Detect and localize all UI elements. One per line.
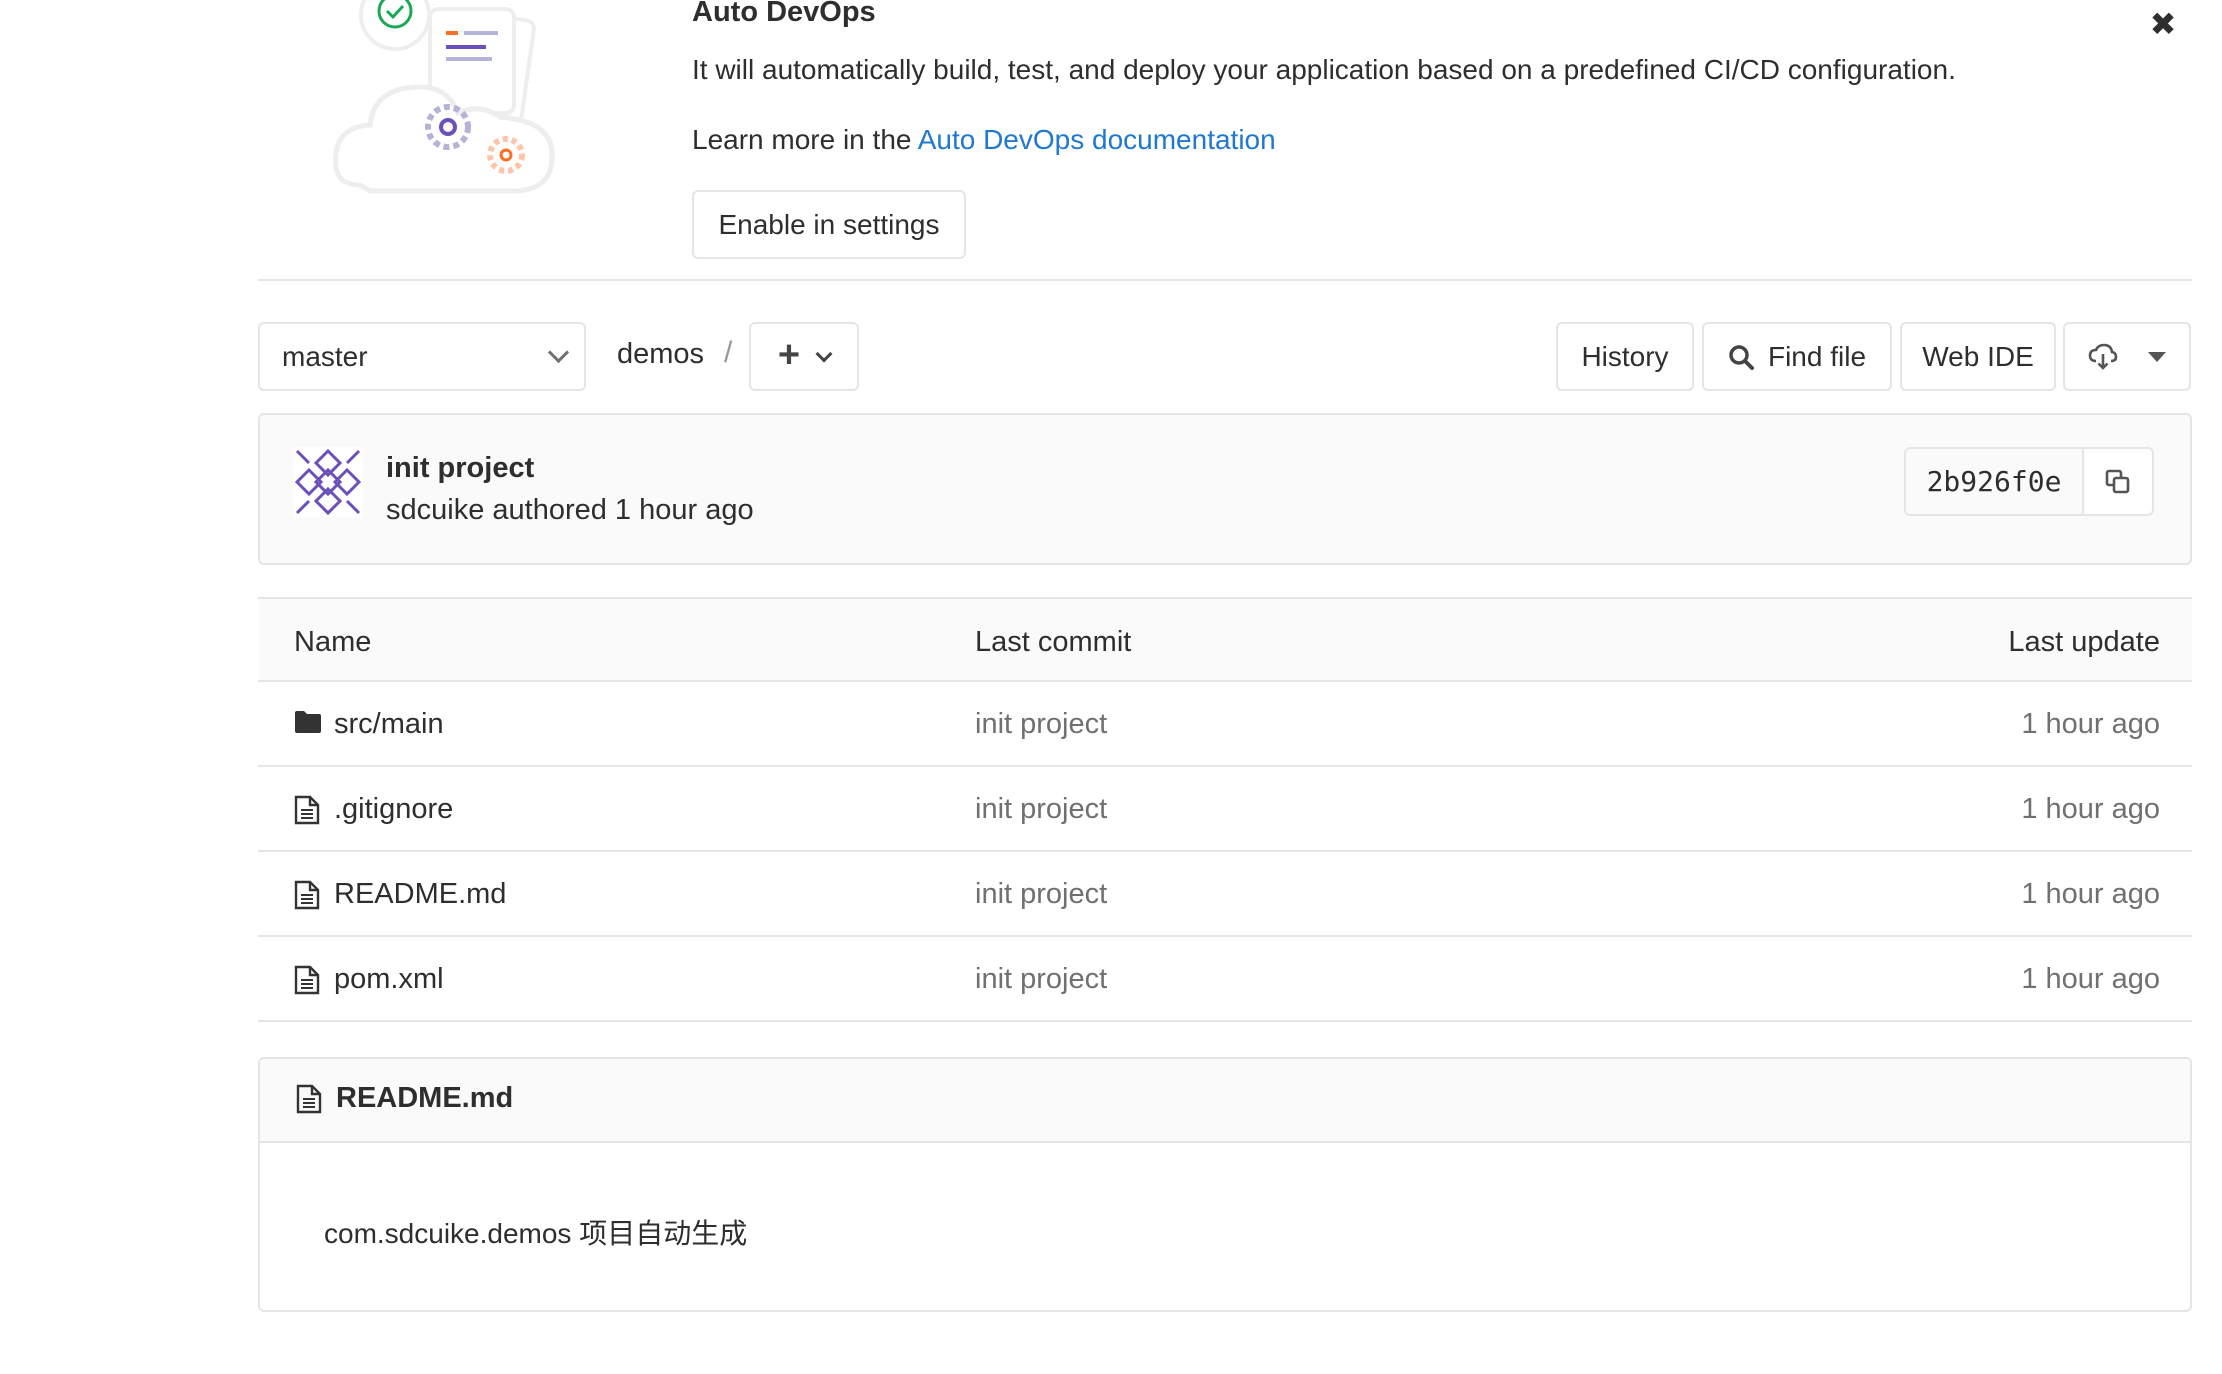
web-ide-button[interactable]: Web IDE <box>1900 322 2056 391</box>
file-last-update: 1 hour ago <box>2021 963 2160 995</box>
close-icon[interactable]: ✖ <box>2145 6 2181 42</box>
breadcrumb-separator: / <box>724 336 733 369</box>
caret-down-icon <box>2148 351 2166 362</box>
copy-sha-button[interactable] <box>2084 449 2152 514</box>
banner-title: Auto DevOps <box>692 0 876 28</box>
file-last-commit[interactable]: init project <box>975 793 1107 826</box>
commit-sha[interactable]: 2b926f0e <box>1906 449 2084 514</box>
readme-header <box>260 1059 2190 1143</box>
file-icon <box>294 880 320 915</box>
search-icon <box>1729 344 1754 370</box>
file-last-commit[interactable]: init project <box>975 708 1107 741</box>
learn-more-prefix: Learn more in the <box>692 124 918 155</box>
divider <box>258 279 2192 281</box>
chevron-down-icon <box>547 341 570 364</box>
plus-icon: + <box>777 333 801 376</box>
table-row[interactable]: .gitignore init project 1 hour ago <box>258 767 2192 852</box>
readme-content: com.sdcuike.demos 项目自动生成 <box>324 1218 748 1249</box>
column-header-name: Name <box>294 626 372 658</box>
breadcrumb-project[interactable]: demos <box>617 338 704 371</box>
banner-learn-more: Learn more in the Auto DevOps documentat… <box>692 124 1276 156</box>
file-icon <box>294 795 320 830</box>
branch-name: master <box>282 340 368 372</box>
commit-sha-group: 2b926f0e <box>1904 447 2154 516</box>
commit-title[interactable]: init project <box>386 452 534 485</box>
file-name[interactable]: src/main <box>334 708 444 741</box>
banner-description: It will automatically build, test, and d… <box>692 54 1956 85</box>
file-icon <box>294 965 320 1000</box>
column-header-last-commit: Last commit <box>975 626 1132 658</box>
file-icon <box>296 1084 322 1119</box>
branch-dropdown[interactable]: master <box>258 322 586 391</box>
file-name[interactable]: .gitignore <box>334 793 453 826</box>
download-dropdown[interactable] <box>2063 322 2191 391</box>
file-last-update: 1 hour ago <box>2021 793 2160 825</box>
copy-icon <box>2105 469 2130 493</box>
table-row[interactable]: pom.xml init project 1 hour ago <box>258 937 2192 1022</box>
file-last-update: 1 hour ago <box>2021 878 2160 910</box>
file-last-commit[interactable]: init project <box>975 963 1107 996</box>
file-name[interactable]: pom.xml <box>334 963 444 996</box>
chevron-down-icon <box>815 345 833 362</box>
commit-author-meta: sdcuike authored 1 hour ago <box>386 494 754 526</box>
enable-in-settings-button[interactable]: Enable in settings <box>692 190 966 259</box>
auto-devops-docs-link[interactable]: Auto DevOps documentation <box>918 124 1276 155</box>
find-file-label: Find file <box>1767 340 1867 372</box>
file-last-commit[interactable]: init project <box>975 878 1107 911</box>
table-row[interactable]: README.md init project 1 hour ago <box>258 852 2192 937</box>
folder-icon <box>294 710 322 739</box>
auto-devops-illustration <box>330 0 570 205</box>
file-table-header: Name Last commit Last update <box>258 597 2192 682</box>
file-name[interactable]: README.md <box>334 878 506 911</box>
readme-title[interactable]: README.md <box>336 1082 513 1115</box>
avatar[interactable] <box>293 447 363 517</box>
last-commit-panel <box>258 413 2192 565</box>
cloud-download-icon <box>2088 343 2118 370</box>
find-file-button[interactable]: Find file <box>1702 322 1892 391</box>
history-button[interactable]: History <box>1556 322 1694 391</box>
file-last-update: 1 hour ago <box>2021 708 2160 740</box>
column-header-last-update: Last update <box>2008 626 2160 658</box>
add-to-tree-button[interactable]: + <box>749 322 859 391</box>
table-row[interactable]: src/main init project 1 hour ago <box>258 682 2192 767</box>
